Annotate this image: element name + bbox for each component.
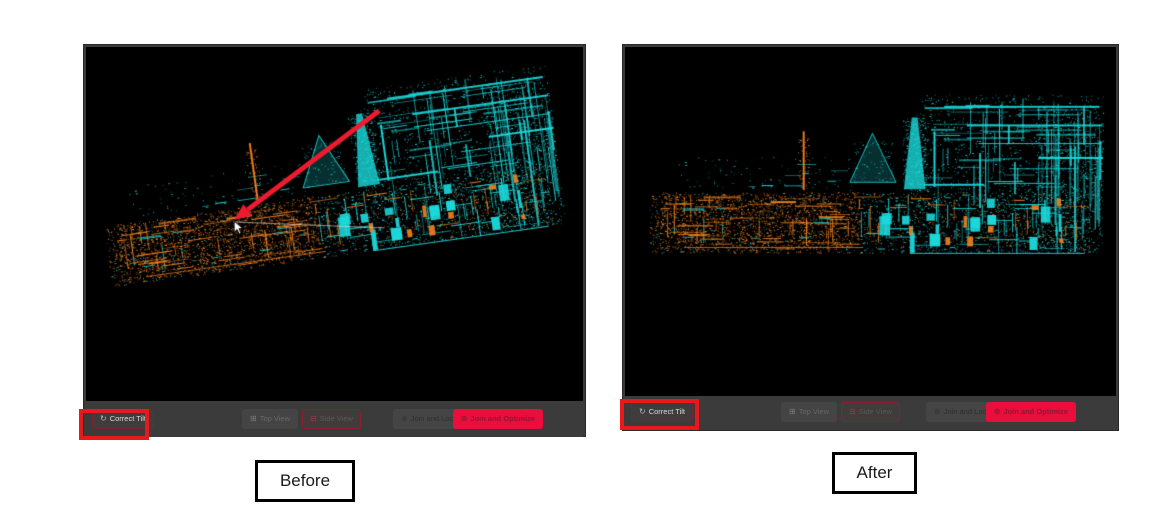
after-panel: ↻ Correct Tilt ⊞ Top View ⊟ Side View ⊕ … <box>622 44 1119 431</box>
after-pointcloud-viewport[interactable] <box>625 47 1116 396</box>
join-lock-icon: ⊕ <box>934 408 941 416</box>
side-view-button[interactable]: ⊟ Side View <box>302 409 361 429</box>
before-caption: Before <box>255 460 355 502</box>
after-toolbar: ↻ Correct Tilt ⊞ Top View ⊟ Side View ⊕ … <box>625 396 1116 428</box>
join-optimize-label: Join and Optimize <box>1003 408 1068 416</box>
correct-tilt-icon: ↻ <box>100 415 107 423</box>
after-caption-label: After <box>857 463 893 483</box>
side-view-icon: ⊟ <box>849 408 856 416</box>
correct-tilt-icon: ↻ <box>639 408 646 416</box>
before-pointcloud-viewport[interactable] <box>86 47 583 401</box>
top-view-button[interactable]: ⊞ Top View <box>242 409 298 429</box>
correct-tilt-button[interactable]: ↻ Correct Tilt <box>92 409 154 429</box>
correct-tilt-label: Correct Tilt <box>110 415 146 423</box>
after-caption: After <box>832 452 917 494</box>
top-view-icon: ⊞ <box>789 408 796 416</box>
before-toolbar: ↻ Correct Tilt ⊞ Top View ⊟ Side View ⊕ … <box>86 401 583 437</box>
top-view-button[interactable]: ⊞ Top View <box>781 402 837 422</box>
join-optimize-icon: ⊛ <box>461 415 468 423</box>
side-view-label: Side View <box>859 408 892 416</box>
join-lock-label: Join and Lock <box>944 408 990 416</box>
side-view-label: Side View <box>320 415 353 423</box>
join-lock-icon: ⊕ <box>401 415 408 423</box>
join-and-optimize-button[interactable]: ⊛ Join and Optimize <box>986 402 1076 422</box>
join-lock-label: Join and Lock <box>411 415 457 423</box>
join-and-optimize-button[interactable]: ⊛ Join and Optimize <box>453 409 543 429</box>
side-view-icon: ⊟ <box>310 415 317 423</box>
top-view-label: Top View <box>260 415 290 423</box>
before-panel: ↻ Correct Tilt ⊞ Top View ⊟ Side View ⊕ … <box>83 44 586 437</box>
before-caption-label: Before <box>280 471 330 491</box>
side-view-button[interactable]: ⊟ Side View <box>841 402 900 422</box>
join-optimize-icon: ⊛ <box>994 408 1001 416</box>
after-pointcloud-canvas[interactable] <box>625 47 1116 396</box>
correct-tilt-button[interactable]: ↻ Correct Tilt <box>631 402 693 422</box>
correct-tilt-label: Correct Tilt <box>649 408 685 416</box>
top-view-label: Top View <box>799 408 829 416</box>
top-view-icon: ⊞ <box>250 415 257 423</box>
before-after-comparison-figure: ↻ Correct Tilt ⊞ Top View ⊟ Side View ⊕ … <box>0 0 1160 526</box>
before-pointcloud-canvas[interactable] <box>86 47 583 401</box>
join-optimize-label: Join and Optimize <box>470 415 535 423</box>
